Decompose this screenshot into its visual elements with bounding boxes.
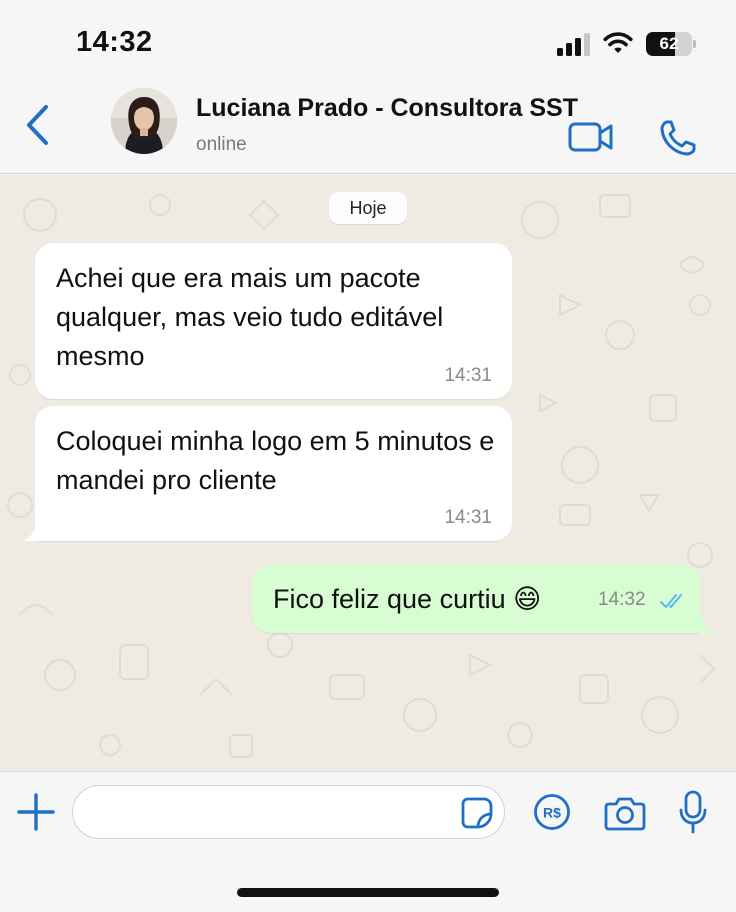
contact-name[interactable]: Luciana Prado - Consultora SST [196, 94, 578, 123]
contact-avatar[interactable] [111, 88, 177, 154]
message-text: Fico feliz que curtiu 😄 [273, 584, 542, 614]
message-bubble-incoming[interactable]: Achei que era mais um pacote qualquer, m… [35, 243, 512, 399]
message-input[interactable] [72, 785, 505, 839]
bubble-tail [700, 613, 714, 633]
bubble-tail [24, 521, 38, 541]
battery-icon: 62 [646, 32, 696, 56]
read-receipt-icon [660, 594, 682, 608]
chat-area[interactable]: Hoje Achei que era mais um pacote qualqu… [0, 175, 736, 771]
chat-header: Luciana Prado - Consultora SST online [0, 82, 736, 174]
sticker-icon[interactable] [460, 796, 494, 830]
chevron-left-icon [27, 105, 48, 145]
signal-icon [557, 33, 590, 56]
message-time: 14:32 [598, 589, 646, 610]
wifi-icon [603, 32, 633, 53]
status-time: 14:32 [76, 26, 153, 58]
video-call-icon[interactable] [568, 120, 614, 154]
microphone-icon[interactable] [678, 790, 708, 834]
phone-icon[interactable] [658, 118, 698, 158]
status-bar: 14:32 62 [0, 0, 736, 82]
camera-icon[interactable] [604, 795, 646, 831]
message-text: Coloquei minha logo em 5 minutos e mande… [56, 426, 495, 495]
message-bubble-incoming[interactable]: Coloquei minha logo em 5 minutos e mande… [35, 406, 512, 541]
date-divider: Hoje [329, 192, 407, 224]
message-bubble-outgoing[interactable]: Fico feliz que curtiu 😄 14:32 [252, 565, 700, 633]
avatar-photo [111, 88, 177, 154]
svg-text:R$: R$ [543, 805, 561, 821]
contact-status: online [196, 134, 247, 155]
message-text: Achei que era mais um pacote qualquer, m… [56, 263, 444, 371]
battery-level: 62 [659, 34, 679, 53]
home-indicator[interactable] [237, 888, 499, 897]
message-time: 14:31 [444, 507, 492, 528]
back-button[interactable] [18, 100, 58, 150]
input-bar: R$ [0, 771, 736, 912]
message-time: 14:31 [444, 365, 492, 386]
plus-icon[interactable] [16, 792, 56, 832]
pix-payment-icon[interactable]: R$ [533, 793, 571, 831]
